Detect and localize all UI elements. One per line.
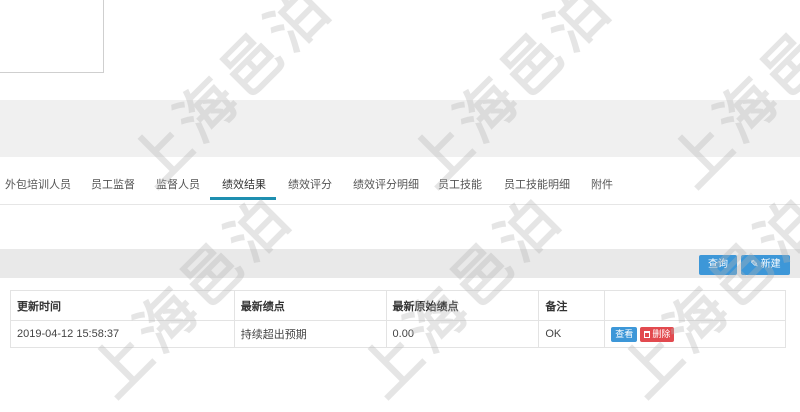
tab-employee-skill-details[interactable]: 员工技能明细 [504, 168, 570, 201]
active-tab-indicator [210, 197, 276, 200]
column-header-note[interactable]: 备注 [538, 290, 606, 321]
view-button[interactable]: 查看 [611, 326, 638, 342]
column-header-latest-grade[interactable]: 最新绩点 [233, 290, 387, 321]
trash-icon [644, 330, 651, 338]
cell-latest-raw-grade: 0.00 [385, 320, 540, 348]
table-row[interactable]: 2019-04-12 15:58:37 持续超出预期 0.00 OK 查看 删除 [10, 320, 786, 348]
tab-performance-score-details[interactable]: 绩效评分明细 [353, 168, 419, 201]
tab-bar: 外包培训人员 员工监督 监督人员 绩效结果 绩效评分 绩效评分明细 员工技能 员… [0, 168, 800, 205]
cell-note: OK [538, 320, 606, 348]
tab-performance-scores[interactable]: 绩效评分 [288, 168, 332, 201]
tab-employee-supervision[interactable]: 员工监督 [91, 168, 135, 201]
view-button-label: 查看 [615, 328, 634, 339]
toolbar [0, 249, 800, 278]
cell-latest-grade: 持续超出预期 [233, 320, 387, 348]
query-button-label: 查询 [708, 259, 728, 270]
delete-button[interactable]: 删除 [640, 326, 675, 342]
tab-outsourced-trainees[interactable]: 外包培训人员 [5, 168, 71, 201]
delete-button-label: 删除 [652, 328, 671, 339]
cell-actions: 查看 删除 [604, 320, 786, 348]
column-header-actions [604, 290, 786, 321]
column-header-updated-time[interactable]: 更新时间 [10, 290, 235, 321]
text-area[interactable] [0, 0, 104, 73]
new-button-label: 新建 [760, 259, 781, 270]
query-button[interactable]: 查询 [699, 255, 737, 275]
performance-results-table: 更新时间 最新绩点 最新原始绩点 备注 2019-04-12 15:58:37 … [10, 290, 786, 348]
tab-employee-skills[interactable]: 员工技能 [438, 168, 482, 201]
cell-updated-time: 2019-04-12 15:58:37 [10, 320, 235, 348]
tab-attachments[interactable]: 附件 [591, 168, 613, 201]
pencil-icon: ✎ [750, 259, 759, 270]
new-button[interactable]: ✎ 新建 [741, 255, 790, 275]
table-header-row: 更新时间 最新绩点 最新原始绩点 备注 [10, 290, 786, 321]
column-header-latest-raw-grade[interactable]: 最新原始绩点 [385, 290, 540, 321]
header-band [0, 100, 800, 157]
tab-supervisors[interactable]: 监督人员 [156, 168, 200, 201]
